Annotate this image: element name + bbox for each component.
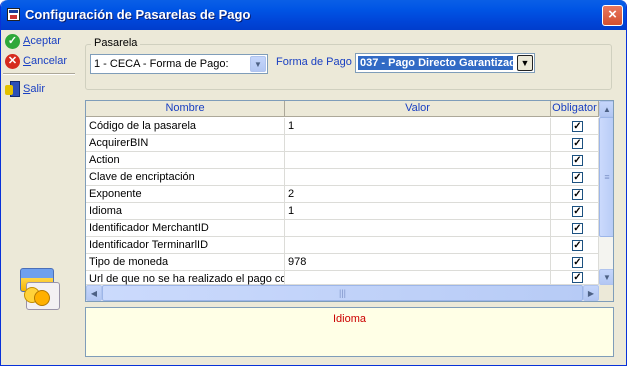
horizontal-scroll-thumb[interactable]: ||| [102,285,583,301]
cell-nombre: Clave de encriptación [86,169,285,186]
table-row[interactable]: Tipo de moneda 978 ✓ [86,254,599,271]
checkbox[interactable]: ✓ [572,272,583,283]
cell-nombre: Código de la pasarela [86,118,285,135]
scroll-right-icon[interactable]: ▶ [583,285,599,301]
cell-valor[interactable] [285,237,551,254]
exit-door-icon [5,81,20,97]
cell-obligatorio: ✓ [551,237,599,254]
pasarela-combo[interactable]: 1 - CECA - Forma de Pago: ▼ [90,54,268,74]
app-icon [7,8,20,21]
checkbox[interactable]: ✓ [572,223,583,234]
column-header-nombre[interactable]: Nombre [86,101,285,117]
vertical-scrollbar[interactable]: ▲ ≡ ▼ [599,101,613,285]
close-button[interactable]: × [602,5,623,26]
cell-nombre: Idioma [86,203,285,220]
table-row[interactable]: Idioma 1 ✓ [86,203,599,220]
table-row[interactable]: Url de que no se ha realizado el pago co… [86,271,599,288]
cell-valor[interactable] [285,152,551,169]
scrollbar-corner [599,285,613,301]
forma-pago-combo-value: 037 - Pago Directo Garantizado [358,56,513,70]
scroll-down-icon[interactable]: ▼ [599,269,613,285]
checkbox[interactable]: ✓ [572,155,583,166]
horizontal-scrollbar[interactable]: ◀ ||| ▶ [86,285,599,301]
column-header-valor[interactable]: Valor [285,101,551,117]
cell-obligatorio: ✓ [551,203,599,220]
cell-valor[interactable] [285,220,551,237]
cell-nombre: Tipo de moneda [86,254,285,271]
cell-nombre: Action [86,152,285,169]
checkbox[interactable]: ✓ [572,121,583,132]
cell-nombre: Exponente [86,186,285,203]
accept-button[interactable]: ✓ Aceptar [5,32,61,50]
forma-pago-combo[interactable]: 037 - Pago Directo Garantizado ▼ [355,53,535,73]
cell-valor[interactable]: 1 [285,118,551,135]
cell-obligatorio: ✓ [551,220,599,237]
cell-valor[interactable]: 2 [285,186,551,203]
cancel-button[interactable]: ✕ Cancelar [5,52,67,70]
description-panel: Idioma [85,307,614,357]
table-row[interactable]: Código de la pasarela 1 ✓ [86,118,599,135]
column-header-obligatorio[interactable]: Obligator [551,101,599,117]
vertical-scroll-thumb[interactable]: ≡ [599,117,613,237]
cell-valor[interactable] [285,169,551,186]
cancel-label: Cancelar [23,55,68,67]
accept-label: Aceptar [23,35,61,47]
description-text: Idioma [332,313,367,325]
cell-obligatorio: ✓ [551,169,599,186]
payment-cards-icon [20,268,62,312]
toolbar-divider [3,73,75,75]
cell-valor[interactable]: 978 [285,254,551,271]
table-row[interactable]: Exponente 2 ✓ [86,186,599,203]
left-toolbar: ✓ Aceptar ✕ Cancelar Salir [1,30,79,365]
scroll-up-icon[interactable]: ▲ [599,101,613,117]
cell-obligatorio: ✓ [551,118,599,135]
parameters-grid: Nombre Valor Obligator Código de la pasa… [85,100,614,302]
title-bar[interactable]: Configuración de Pasarelas de Pago × [1,0,626,30]
cell-obligatorio: ✓ [551,254,599,271]
chevron-down-icon[interactable]: ▼ [250,56,266,72]
forma-pago-label: Forma de Pago [276,56,352,68]
checkbox[interactable]: ✓ [572,240,583,251]
cell-valor[interactable]: 1 [285,203,551,220]
pasarela-group-label: Pasarela [91,37,141,49]
scroll-left-icon[interactable]: ◀ [86,285,102,301]
cell-nombre: Identificador TerminarlID [86,237,285,254]
chevron-down-icon[interactable]: ▼ [517,55,533,71]
cell-valor[interactable] [285,135,551,152]
config-window: Configuración de Pasarelas de Pago × ✓ A… [0,0,627,366]
x-circle-icon: ✕ [5,53,20,69]
window-title: Configuración de Pasarelas de Pago [25,7,251,22]
checkbox[interactable]: ✓ [572,257,583,268]
cell-obligatorio: ✓ [551,135,599,152]
table-row[interactable]: Identificador TerminarlID ✓ [86,237,599,254]
pasarela-combo-value: 1 - CECA - Forma de Pago: [94,58,229,70]
cell-nombre: Identificador MerchantID [86,220,285,237]
check-circle-icon: ✓ [5,33,20,49]
table-row[interactable]: AcquirerBIN ✓ [86,135,599,152]
exit-button[interactable]: Salir [5,80,45,98]
table-row[interactable]: Clave de encriptación ✓ [86,169,599,186]
table-row[interactable]: Action ✓ [86,152,599,169]
checkbox[interactable]: ✓ [572,206,583,217]
table-row[interactable]: Identificador MerchantID ✓ [86,220,599,237]
cell-obligatorio: ✓ [551,186,599,203]
exit-label: Salir [23,83,46,95]
checkbox[interactable]: ✓ [572,172,583,183]
cell-obligatorio: ✓ [551,152,599,169]
checkbox[interactable]: ✓ [572,189,583,200]
cell-nombre: AcquirerBIN [86,135,285,152]
checkbox[interactable]: ✓ [572,138,583,149]
